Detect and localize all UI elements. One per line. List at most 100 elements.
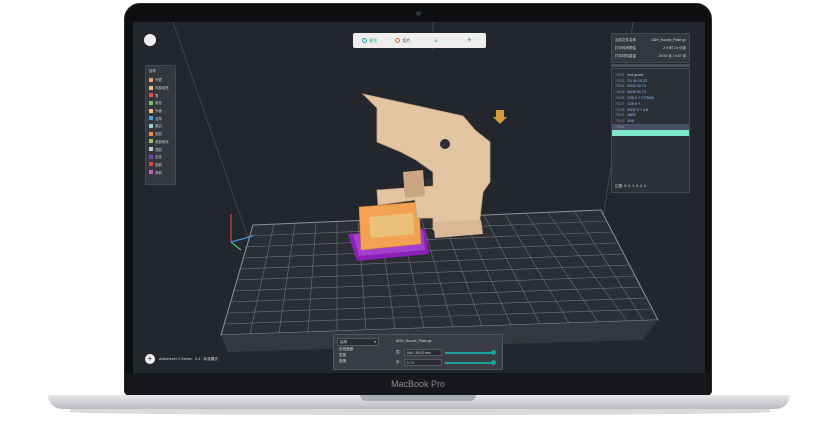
legend-item[interactable]: 表 xyxy=(149,91,172,99)
tab-slice[interactable]: 切片 xyxy=(386,33,419,48)
gcode-line-number: 70137 xyxy=(615,101,625,106)
step-row: 步: 0 / 0 xyxy=(396,359,497,366)
lid-notch xyxy=(360,395,476,401)
volume-edge-line xyxy=(172,22,254,253)
legend-item[interactable]: 其他 xyxy=(149,168,172,176)
view-mode-option[interactable]: 宽度 xyxy=(337,358,379,364)
legend-swatch xyxy=(149,108,153,113)
layer-slider[interactable] xyxy=(444,349,497,355)
y-axis xyxy=(230,241,242,251)
legend-label: 底部填充 xyxy=(155,139,169,144)
gcode-viewer[interactable]: 70132 end gcode 70133 G1 X0 Y0 Z3 70134 M104 … xyxy=(611,68,690,193)
preview-icon xyxy=(362,38,368,43)
model-hole xyxy=(440,139,450,149)
legend-item[interactable]: 支撑 xyxy=(149,114,172,122)
legend-item[interactable]: 回抽 xyxy=(149,161,172,169)
gcode-line-number: 70132 xyxy=(615,72,625,77)
gcode-line-number: 70141 xyxy=(615,125,625,130)
gcode-line-text: M18 xyxy=(627,119,635,124)
legend-item[interactable]: 填充 xyxy=(149,99,172,107)
model-infill xyxy=(369,213,414,238)
legend-label: 底层 xyxy=(155,132,162,137)
legend-item[interactable]: 裙边 xyxy=(149,122,172,130)
model-face-shade xyxy=(403,170,425,198)
gcode-line-text: M652 xyxy=(627,113,636,118)
gcode-line-number: 70135 xyxy=(615,90,625,95)
status-bar: + Adventurer 4 Series - 0.4 - 标准模式 xyxy=(145,354,218,364)
tab-preview[interactable]: 预览 xyxy=(353,33,386,48)
move-button[interactable]: ⇣ xyxy=(420,33,453,48)
machine-status: Adventurer 4 Series - 0.4 - 标准模式 xyxy=(159,356,219,361)
legend-item[interactable]: 顶层 xyxy=(149,145,172,153)
print-info-panel: 当前文件名称 ADH_Nozzle_Plate.gx 打印时间预估 2 小时 2… xyxy=(611,33,690,63)
info-row: 打印材料重量 29.93 克 / 9.87 米 xyxy=(615,53,686,58)
legend-swatch xyxy=(149,93,153,98)
layer-label: 层: xyxy=(396,350,401,354)
legend-item[interactable]: 底部填充 xyxy=(149,138,172,146)
legend-item[interactable]: 内部填充 xyxy=(149,84,172,92)
legend-label: 其他 xyxy=(155,170,162,175)
legend-label: 顶层 xyxy=(155,147,162,152)
legend-swatch xyxy=(149,131,153,136)
brand-label: MacBook Pro xyxy=(390,379,446,389)
gcode-line-number: 70136 xyxy=(615,96,625,101)
file-name: ADH_Nozzle_Plate.gx xyxy=(396,339,432,343)
gcode-line-number: 70133 xyxy=(615,78,625,83)
gcode-line-text: M104 S0 T0 xyxy=(627,84,646,89)
gcode-line-number: 70138 xyxy=(615,107,625,112)
step-label: 步: xyxy=(396,360,401,364)
legend-label: 空走 xyxy=(155,155,162,160)
layer-field[interactable]: 446 / 89.57mm xyxy=(403,349,442,356)
panel-collapse-bar[interactable] xyxy=(611,64,690,67)
slice-icon xyxy=(395,38,401,43)
legend-label: 内部填充 xyxy=(155,86,169,91)
model-marker-icon xyxy=(493,110,507,124)
legend-swatch xyxy=(149,100,153,105)
legend-title: 结构 xyxy=(149,69,156,73)
gcode-line-text: G28 X Y xyxy=(627,101,641,106)
cursor-coordinates: 位置: X: 0, Y: 0, Z: 0 xyxy=(615,184,647,188)
legend-swatch xyxy=(149,77,153,82)
legend-swatch xyxy=(149,85,153,90)
layer-slider-handle[interactable] xyxy=(491,349,497,355)
info-row: 当前文件名称 ADH_Nozzle_Plate.gx xyxy=(615,37,686,43)
legend-item[interactable]: 底层 xyxy=(149,130,172,138)
legend-swatch xyxy=(149,139,153,144)
legend-item[interactable]: 外壁 xyxy=(149,76,172,84)
app-screen: 预览 切片 ⇣ ✈ 结构 外壁内部填充表填充外墙支撑 裙边底层底部填充顶层空走回抽… xyxy=(133,22,705,373)
gcode-line-text: G1 X0 Y0 Z3 xyxy=(627,78,647,83)
laptop-shadow xyxy=(70,409,770,415)
legend-swatch xyxy=(149,123,153,128)
model-hole xyxy=(425,178,433,186)
legend-label: 支撑 xyxy=(155,116,162,121)
legend-swatch xyxy=(149,170,153,175)
layer-control-panel: 结构 ▾ 走线速度 层高 宽度 ADH_Nozzle_Plate.gx 层: 4… xyxy=(333,334,503,370)
step-field[interactable]: 0 / 0 xyxy=(403,359,442,366)
layer-row: 层: 446 / 89.57mm xyxy=(396,349,497,356)
gcode-line-text: end gcode xyxy=(627,72,644,77)
info-row: 打印时间预估 2 小时 24 分钟 xyxy=(615,45,686,50)
logo-button[interactable] xyxy=(144,34,156,46)
legend-swatch xyxy=(149,162,153,167)
step-slider[interactable] xyxy=(444,359,497,365)
add-model-button[interactable]: + xyxy=(145,354,155,364)
legend-swatch xyxy=(149,116,153,121)
view-mode-select[interactable]: 结构 ▾ xyxy=(337,338,379,346)
structure-legend: 结构 外壁内部填充表填充外墙支撑 裙边底层底部填充顶层空走回抽其他 xyxy=(145,65,176,185)
legend-item[interactable]: 空走 xyxy=(149,153,172,161)
gcode-line-number: 70140 xyxy=(615,119,625,124)
print-button[interactable]: ✈ xyxy=(453,33,486,48)
top-toolbar: 预览 切片 ⇣ ✈ xyxy=(353,33,486,48)
legend-label: 回抽 xyxy=(155,162,162,167)
gcode-line[interactable] xyxy=(612,129,689,136)
legend-item[interactable]: 外墙 xyxy=(149,107,172,115)
legend-label: 外墙 xyxy=(155,109,162,114)
step-slider-handle[interactable] xyxy=(491,359,497,365)
legend-label: 表 xyxy=(155,93,159,98)
legend-label: 填充 xyxy=(155,101,162,106)
gcode-line-number: 70134 xyxy=(615,84,625,89)
legend-swatch xyxy=(149,154,153,159)
legend-swatch xyxy=(149,147,153,152)
chevron-down-icon: ▾ xyxy=(374,340,376,344)
gcode-line-text: M140 S0 T0 xyxy=(627,90,646,95)
